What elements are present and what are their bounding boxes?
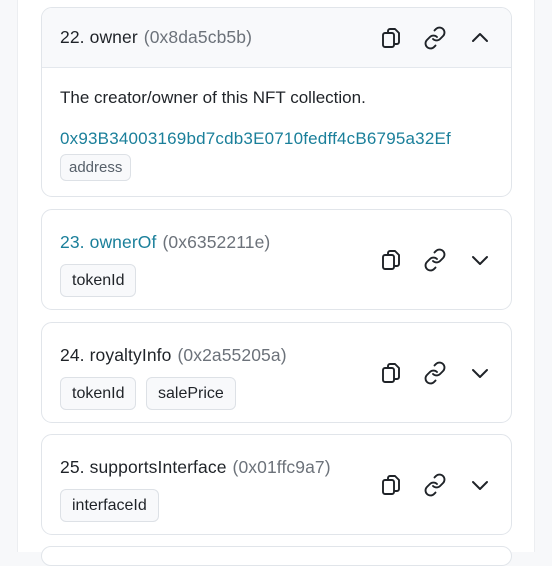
function-selector: (0x6352211e): [162, 232, 271, 252]
function-name: 24. royaltyInfo: [60, 345, 172, 365]
link-icon[interactable]: [423, 361, 447, 385]
chevron-down-icon[interactable]: [468, 473, 492, 497]
link-icon[interactable]: [423, 26, 447, 50]
copy-icon[interactable]: [379, 361, 403, 385]
function-name: 25. supportsInterface: [60, 457, 227, 477]
function-selector: (0x8da5cb5b): [143, 27, 252, 47]
function-card-next[interactable]: [41, 546, 512, 566]
function-title[interactable]: 22. owner (0x8da5cb5b): [60, 27, 252, 48]
chevron-up-icon[interactable]: [468, 26, 492, 50]
function-selector: (0x2a55205a): [177, 345, 287, 365]
param-tag: interfaceId: [60, 489, 159, 522]
function-title[interactable]: 24. royaltyInfo (0x2a55205a): [60, 345, 287, 366]
function-description: The creator/owner of this NFT collection…: [60, 88, 366, 107]
chevron-down-icon[interactable]: [468, 248, 492, 272]
function-name: 23. ownerOf: [60, 232, 157, 252]
copy-icon[interactable]: [379, 473, 403, 497]
chevron-down-icon[interactable]: [468, 361, 492, 385]
copy-icon[interactable]: [379, 26, 403, 50]
function-card-owner: 22. owner (0x8da5cb5b) The creator/owner…: [41, 7, 512, 197]
function-selector: (0x01ffc9a7): [232, 457, 331, 477]
link-icon[interactable]: [423, 248, 447, 272]
function-name: 22. owner: [60, 27, 138, 47]
function-title[interactable]: 25. supportsInterface (0x01ffc9a7): [60, 457, 331, 478]
param-tag: tokenId: [60, 377, 137, 410]
function-header-owner[interactable]: 22. owner (0x8da5cb5b): [42, 8, 511, 68]
function-card-supportsInterface[interactable]: 25. supportsInterface (0x01ffc9a7) interf…: [41, 434, 512, 535]
param-tag: salePrice: [146, 377, 236, 410]
function-card-ownerOf[interactable]: 23. ownerOf (0x6352211e) tokenId: [41, 209, 512, 310]
return-type-badge: address: [60, 154, 132, 181]
function-title[interactable]: 23. ownerOf (0x6352211e): [60, 232, 270, 253]
copy-icon[interactable]: [379, 248, 403, 272]
link-icon[interactable]: [423, 473, 447, 497]
param-tag: tokenId: [60, 264, 137, 297]
function-card-royaltyInfo[interactable]: 24. royaltyInfo (0x2a55205a) tokenId sale…: [41, 322, 512, 423]
owner-address-link[interactable]: 0x93B34003169bd7cdb3E0710fedff4cB6795a32…: [60, 129, 451, 149]
function-list: 22. owner (0x8da5cb5b) The creator/owner…: [17, 0, 535, 566]
